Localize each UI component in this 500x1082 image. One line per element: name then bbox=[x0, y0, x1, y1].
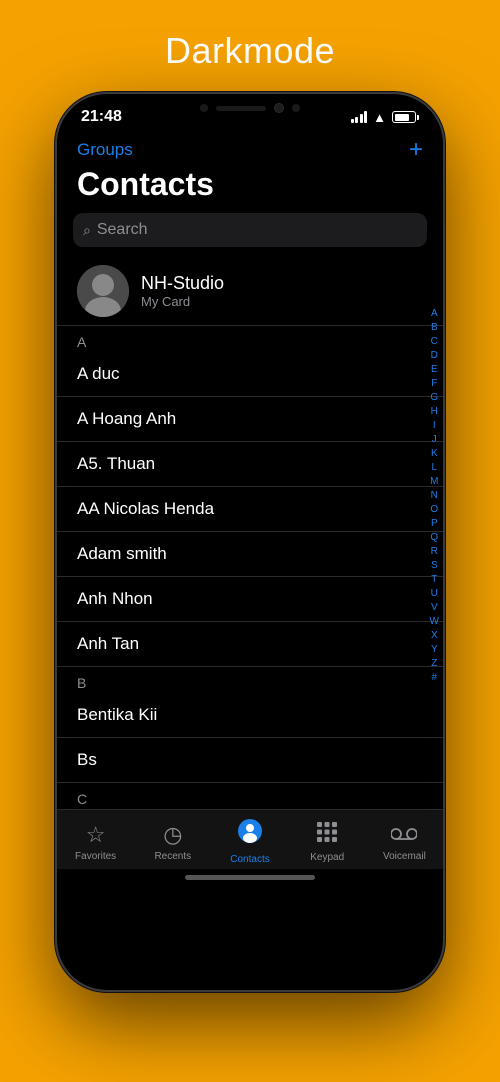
alphabet-index[interactable]: A B C D E F G H I J K L M N O bbox=[430, 307, 439, 684]
avatar bbox=[77, 265, 129, 317]
list-item[interactable]: AA Nicolas Henda bbox=[57, 487, 443, 532]
recents-icon: ◷ bbox=[163, 822, 182, 848]
contact-name: AA Nicolas Henda bbox=[77, 499, 214, 519]
home-bar bbox=[185, 875, 315, 880]
notch-dot-left bbox=[200, 104, 208, 112]
alpha-F[interactable]: F bbox=[431, 377, 437, 390]
alpha-G[interactable]: G bbox=[430, 391, 438, 404]
status-time: 21:48 bbox=[81, 108, 122, 126]
home-indicator bbox=[57, 869, 443, 890]
alpha-W[interactable]: W bbox=[430, 615, 439, 628]
alpha-hash[interactable]: # bbox=[431, 671, 437, 684]
wifi-icon: ▲ bbox=[373, 110, 386, 125]
list-item[interactable]: Adam smith bbox=[57, 532, 443, 577]
alpha-V[interactable]: V bbox=[431, 601, 438, 614]
alpha-N[interactable]: N bbox=[431, 489, 438, 502]
keypad-icon bbox=[316, 821, 338, 849]
my-card[interactable]: NH-Studio My Card bbox=[57, 257, 443, 326]
add-contact-button[interactable]: + bbox=[409, 138, 423, 162]
my-card-name: NH-Studio bbox=[141, 273, 224, 294]
list-item[interactable]: A5. Thuan bbox=[57, 442, 443, 487]
notch bbox=[175, 94, 325, 122]
alpha-T[interactable]: T bbox=[431, 573, 437, 586]
tab-favorites-label: Favorites bbox=[75, 851, 116, 862]
alpha-Z[interactable]: Z bbox=[431, 657, 437, 670]
favorites-icon: ☆ bbox=[86, 822, 106, 848]
alpha-L[interactable]: L bbox=[431, 461, 437, 474]
tab-voicemail-label: Voicemail bbox=[383, 851, 426, 862]
my-card-info: NH-Studio My Card bbox=[141, 273, 224, 309]
tab-contacts-label: Contacts bbox=[230, 854, 269, 865]
alpha-Y[interactable]: Y bbox=[431, 643, 438, 656]
list-item[interactable]: Anh Tan bbox=[57, 622, 443, 667]
contact-name: Bentika Kii bbox=[77, 705, 157, 725]
alpha-D[interactable]: D bbox=[431, 349, 438, 362]
contact-name: A duc bbox=[77, 364, 120, 384]
contacts-list[interactable]: NH-Studio My Card A A duc A Hoang Anh A5… bbox=[57, 257, 443, 809]
alpha-C[interactable]: C bbox=[431, 335, 438, 348]
contact-name: A5. Thuan bbox=[77, 454, 155, 474]
list-item[interactable]: Bentika Kii bbox=[57, 693, 443, 738]
app-content: Groups + Contacts ⌕ Search bbox=[57, 132, 443, 890]
search-icon: ⌕ bbox=[83, 222, 91, 239]
search-input[interactable]: Search bbox=[97, 221, 148, 239]
section-header-a: A bbox=[57, 326, 443, 352]
status-icons: ▲ bbox=[351, 110, 419, 125]
alpha-O[interactable]: O bbox=[430, 503, 438, 516]
contact-name: Anh Nhon bbox=[77, 589, 153, 609]
phone-frame: 21:48 ▲ bbox=[55, 92, 445, 992]
alpha-K[interactable]: K bbox=[431, 447, 438, 460]
tab-contacts[interactable]: Contacts bbox=[211, 818, 288, 865]
contact-name: A Hoang Anh bbox=[77, 409, 176, 429]
notch-speaker bbox=[216, 106, 266, 111]
notch-camera bbox=[274, 103, 284, 113]
list-item[interactable]: Bs bbox=[57, 738, 443, 783]
search-bar[interactable]: ⌕ Search bbox=[73, 213, 427, 247]
tab-recents-label: Recents bbox=[154, 851, 191, 862]
groups-button[interactable]: Groups bbox=[77, 140, 133, 160]
contact-name: Anh Tan bbox=[77, 634, 139, 654]
phone-screen: 21:48 ▲ bbox=[57, 94, 443, 990]
alpha-R[interactable]: R bbox=[431, 545, 438, 558]
alpha-S[interactable]: S bbox=[431, 559, 438, 572]
contacts-title: Contacts bbox=[57, 162, 443, 213]
tab-voicemail[interactable]: Voicemail bbox=[366, 822, 443, 862]
alpha-E[interactable]: E bbox=[431, 363, 438, 376]
battery-icon bbox=[392, 111, 419, 123]
alpha-A[interactable]: A bbox=[431, 307, 438, 320]
alpha-I[interactable]: I bbox=[433, 419, 436, 432]
alpha-M[interactable]: M bbox=[430, 475, 438, 488]
alpha-Q[interactable]: Q bbox=[430, 531, 438, 544]
alpha-B[interactable]: B bbox=[431, 321, 438, 334]
tab-keypad[interactable]: Keypad bbox=[289, 821, 366, 863]
contact-name: Adam smith bbox=[77, 544, 167, 564]
contacts-icon bbox=[237, 818, 263, 851]
tab-recents[interactable]: ◷ Recents bbox=[134, 822, 211, 862]
page-title: Darkmode bbox=[165, 30, 335, 72]
alpha-U[interactable]: U bbox=[431, 587, 438, 600]
my-card-label: My Card bbox=[141, 294, 224, 309]
notch-dot-right bbox=[292, 104, 300, 112]
nav-bar: Groups + bbox=[57, 132, 443, 162]
list-item[interactable]: A duc bbox=[57, 352, 443, 397]
alpha-X[interactable]: X bbox=[431, 629, 438, 642]
alpha-H[interactable]: H bbox=[431, 405, 438, 418]
voicemail-icon bbox=[391, 822, 417, 848]
tab-bar: ☆ Favorites ◷ Recents bbox=[57, 809, 443, 869]
list-item[interactable]: A Hoang Anh bbox=[57, 397, 443, 442]
phone-wrapper: 21:48 ▲ bbox=[55, 92, 445, 992]
list-item[interactable]: Anh Nhon bbox=[57, 577, 443, 622]
signal-icon bbox=[351, 111, 368, 123]
alpha-P[interactable]: P bbox=[431, 517, 438, 530]
alpha-J[interactable]: J bbox=[432, 433, 437, 446]
tab-keypad-label: Keypad bbox=[310, 852, 344, 863]
tab-favorites[interactable]: ☆ Favorites bbox=[57, 822, 134, 862]
section-header-b: B bbox=[57, 667, 443, 693]
contact-name: Bs bbox=[77, 750, 97, 770]
section-header-c: C bbox=[57, 783, 443, 809]
